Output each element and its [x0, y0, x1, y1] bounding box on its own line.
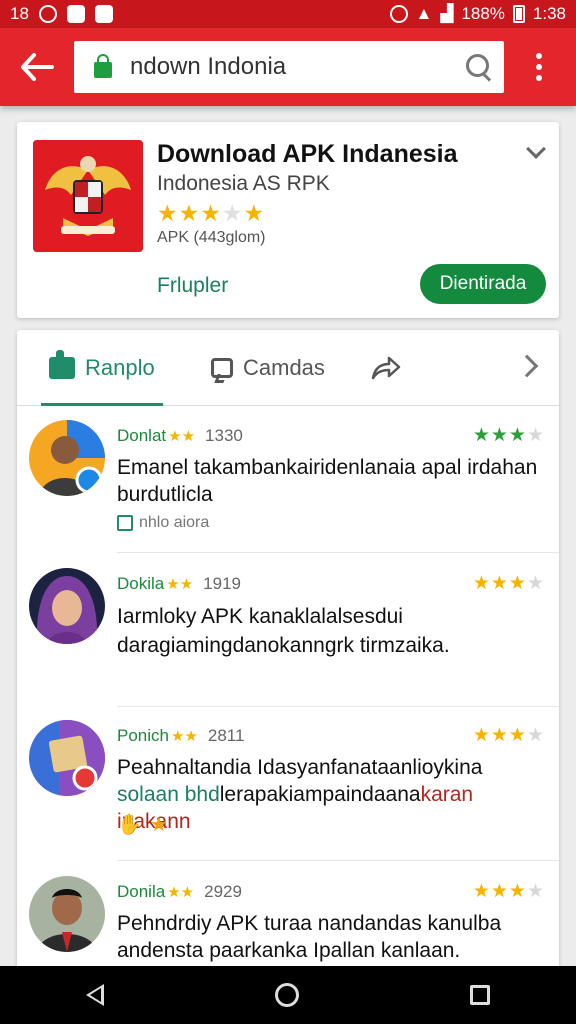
app-link[interactable]: Frlupler [157, 274, 228, 298]
reviewer-name: Ponich ★★ 2811 [117, 726, 245, 745]
install-button[interactable]: Dientirada [420, 264, 546, 304]
reviews-icon [49, 350, 75, 379]
download-notification-icon [94, 5, 113, 23]
review-tag[interactable]: nhlo aiora [117, 514, 209, 532]
search-value: ndown Indonia [130, 53, 287, 80]
garuda-emblem-icon [33, 140, 143, 252]
app-title: Download APK Indanesia [157, 140, 458, 168]
review-text: Iarmloky APK kanaklalalsesdui daragiamin… [117, 605, 450, 657]
tag-icon [117, 515, 133, 531]
status-left-text: 18 [10, 4, 29, 23]
signal-icon: ▟ [440, 4, 454, 23]
reviewer-name: Donila ★★ 2929 [117, 882, 242, 901]
overflow-menu-button[interactable] [504, 28, 574, 106]
reviewer-name: Dokila ★★ 1919 [117, 574, 241, 593]
app-card: Download APK Indanesia Indonesia AS RPK … [17, 122, 559, 318]
divider [117, 860, 559, 861]
tab-label: Camdas [243, 355, 325, 380]
review-rating: ★★★★ [472, 725, 545, 746]
divider [117, 552, 559, 553]
chevron-down-icon[interactable] [526, 139, 546, 159]
tab-bar: Ranplo Camdas [17, 330, 559, 406]
clap-icon: ✋ [117, 814, 142, 836]
arrow-left-icon [21, 53, 54, 81]
reviews-card: Ranplo Camdas Donlat ★★ 1330 ★★★★ Emanel… [17, 330, 559, 970]
review-text: Pehndrdiy APK turaa nandandas kanulba an… [117, 912, 502, 962]
avatar [29, 420, 105, 496]
avatar [29, 876, 105, 952]
search-icon[interactable] [466, 54, 492, 80]
app-notification-icon [66, 5, 85, 23]
lock-icon [94, 54, 112, 78]
notification-icon [38, 5, 57, 23]
app-icon[interactable] [33, 140, 143, 252]
app-rating-stars: ★★★★★ [157, 200, 266, 226]
app-developer: Indonesia AS RPK [157, 172, 330, 195]
review-rating: ★★★★ [472, 881, 545, 902]
avatar [29, 720, 105, 796]
battery-icon [512, 5, 525, 23]
back-button[interactable] [0, 28, 74, 106]
review-text: Peahnaltandia Idasyanfanataanlioykina so… [117, 756, 483, 833]
comment-icon [211, 358, 233, 378]
status-time: 1:38 [532, 4, 566, 23]
tab-reviews[interactable]: Ranplo [41, 330, 163, 406]
battery-percent: 188% [461, 4, 505, 23]
star-icon: ★ [149, 814, 168, 836]
tab-share[interactable] [371, 330, 401, 406]
reaction-row: ✋ ★ [117, 812, 168, 837]
search-input[interactable]: ndown Indonia [74, 41, 504, 93]
tab-label: Ranplo [85, 355, 155, 380]
avatar [29, 568, 105, 644]
divider [117, 706, 559, 707]
alarm-icon [389, 5, 408, 23]
system-nav-bar [0, 966, 576, 1024]
nav-recents-icon[interactable] [470, 985, 491, 1005]
chevron-right-icon[interactable] [515, 354, 539, 378]
reviewer-name: Donlat ★★ 1330 [117, 426, 243, 445]
share-icon [371, 356, 401, 380]
app-meta: APK (443glom) [157, 229, 266, 246]
wifi-icon: ▲ [415, 4, 433, 23]
status-bar: 18 ▲ ▟ 188% 1:38 [0, 0, 576, 28]
browser-toolbar: ndown Indonia [0, 28, 576, 106]
tab-comments[interactable]: Camdas [211, 330, 325, 406]
nav-back-icon[interactable] [85, 984, 104, 1006]
review-rating: ★★★★ [472, 425, 545, 446]
review-text: Emanel takambankairidenlanaia apal irdah… [117, 456, 538, 506]
review-rating: ★★★★ [472, 573, 545, 594]
nav-home-icon[interactable] [274, 983, 299, 1007]
